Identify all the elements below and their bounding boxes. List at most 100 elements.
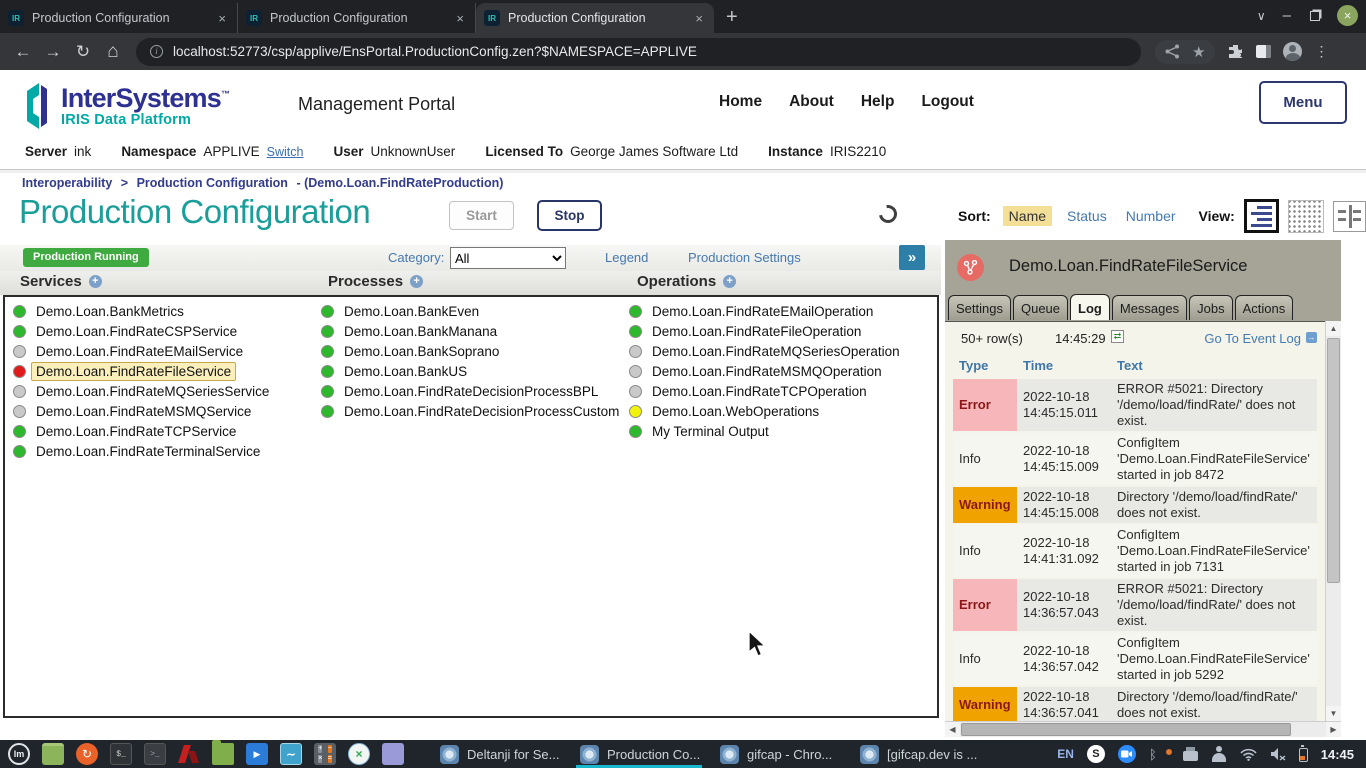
skype-tray-icon[interactable]: S bbox=[1087, 745, 1105, 763]
panel-tab-settings[interactable]: Settings bbox=[948, 295, 1011, 320]
bluetooth-icon[interactable]: ᛒ bbox=[1149, 747, 1157, 762]
sort-option-name[interactable]: Name bbox=[1003, 206, 1052, 226]
printer-icon[interactable] bbox=[1183, 751, 1198, 761]
close-icon[interactable]: × bbox=[1337, 5, 1358, 26]
text-editor-icon[interactable] bbox=[382, 743, 404, 765]
site-info-icon[interactable]: i bbox=[150, 45, 163, 58]
browser-tab[interactable]: IRProduction Configuration× bbox=[476, 3, 714, 33]
config-item[interactable]: Demo.Loan.FindRateMSMQOperation bbox=[629, 361, 905, 381]
mint-menu-icon[interactable]: lm bbox=[8, 743, 30, 765]
config-item[interactable]: Demo.Loan.FindRateFileService bbox=[13, 361, 274, 381]
browser-tab[interactable]: IRProduction Configuration× bbox=[0, 3, 238, 33]
tab-close-icon[interactable]: × bbox=[692, 11, 706, 26]
log-col-text[interactable]: Text bbox=[1111, 354, 1317, 379]
battery-icon[interactable] bbox=[1299, 748, 1308, 762]
config-item[interactable]: Demo.Loan.BankMetrics bbox=[13, 301, 274, 321]
home-icon[interactable]: ⌂ bbox=[98, 41, 128, 63]
config-item[interactable]: Demo.Loan.FindRateDecisionProcessCustom bbox=[321, 401, 624, 421]
tab-close-icon[interactable]: × bbox=[215, 11, 229, 26]
config-item[interactable]: Demo.Loan.WebOperations bbox=[629, 401, 905, 421]
volume-muted-icon[interactable] bbox=[1270, 747, 1286, 761]
category-select[interactable]: All bbox=[450, 247, 566, 269]
browser-tab[interactable]: IRProduction Configuration× bbox=[238, 3, 476, 33]
start-button[interactable]: Start bbox=[449, 201, 514, 230]
taskbar-window-button[interactable]: [gifcap.dev is ... bbox=[854, 740, 994, 768]
config-item[interactable]: My Terminal Output bbox=[629, 421, 905, 441]
extensions-puzzle-icon[interactable] bbox=[1227, 43, 1244, 60]
panel-tab-jobs[interactable]: Jobs bbox=[1189, 295, 1232, 320]
browser-menu-icon[interactable]: ⋮ bbox=[1314, 43, 1328, 60]
add-operation-icon[interactable]: + bbox=[723, 275, 736, 288]
user-tray-icon[interactable] bbox=[1211, 746, 1227, 762]
panel-tab-actions[interactable]: Actions bbox=[1235, 295, 1294, 320]
back-icon[interactable]: ← bbox=[8, 42, 38, 62]
file-manager-icon[interactable] bbox=[212, 743, 234, 765]
breadcrumb-page[interactable]: Production Configuration bbox=[137, 176, 288, 190]
config-item[interactable]: Demo.Loan.FindRateEMailService bbox=[13, 341, 274, 361]
stop-button[interactable]: Stop bbox=[537, 200, 602, 231]
nav-link-logout[interactable]: Logout bbox=[921, 93, 974, 111]
switch-namespace-link[interactable]: Switch bbox=[267, 145, 304, 159]
config-item[interactable]: Demo.Loan.FindRateTCPService bbox=[13, 421, 274, 441]
system-monitor-icon[interactable]: ∼ bbox=[280, 743, 302, 765]
tab-search-icon[interactable]: ∨ bbox=[1257, 9, 1266, 23]
taskbar-window-button[interactable]: Production Co... bbox=[574, 740, 714, 768]
reload-icon[interactable]: ↻ bbox=[68, 42, 98, 62]
terminal-2-icon[interactable]: >_ bbox=[144, 743, 166, 765]
side-panel-icon[interactable] bbox=[1256, 45, 1271, 58]
scroll-down-icon[interactable]: ▼ bbox=[1326, 706, 1341, 721]
wifi-icon[interactable] bbox=[1240, 748, 1257, 761]
keyboard-layout-indicator[interactable]: EN bbox=[1057, 747, 1074, 761]
scroll-left-icon[interactable]: ◀ bbox=[945, 722, 960, 737]
log-vertical-scrollbar[interactable]: ▲ ▼ bbox=[1325, 321, 1341, 721]
log-col-type[interactable]: Type bbox=[953, 354, 1017, 379]
share-icon[interactable] bbox=[1165, 44, 1180, 59]
log-col-time[interactable]: Time bbox=[1017, 354, 1111, 379]
show-desktop-icon[interactable] bbox=[42, 743, 64, 765]
nav-link-about[interactable]: About bbox=[789, 93, 834, 111]
bookmark-star-icon[interactable]: ★ bbox=[1192, 43, 1205, 61]
add-service-icon[interactable]: + bbox=[89, 275, 102, 288]
config-item[interactable]: Demo.Loan.FindRateMQSeriesOperation bbox=[629, 341, 905, 361]
config-item[interactable]: Demo.Loan.FindRateTerminalService bbox=[13, 441, 274, 461]
config-item[interactable]: Demo.Loan.BankSoprano bbox=[321, 341, 624, 361]
taskbar-window-button[interactable]: Deltanji for Se... bbox=[434, 740, 574, 768]
restore-icon[interactable] bbox=[1310, 11, 1320, 21]
legend-link[interactable]: Legend bbox=[605, 250, 648, 265]
production-settings-link[interactable]: Production Settings bbox=[688, 250, 801, 265]
config-item[interactable]: Demo.Loan.BankUS bbox=[321, 361, 624, 381]
scroll-up-icon[interactable]: ▲ bbox=[1326, 321, 1341, 336]
horizontal-scroll-thumb[interactable] bbox=[961, 723, 1291, 736]
event-log-arrow-icon[interactable]: → bbox=[1306, 332, 1317, 343]
sort-option-status[interactable]: Status bbox=[1067, 208, 1107, 224]
view-list-icon[interactable] bbox=[1244, 199, 1279, 233]
breadcrumb-interoperability[interactable]: Interoperability bbox=[22, 176, 112, 190]
nav-link-home[interactable]: Home bbox=[719, 93, 762, 111]
forward-icon[interactable]: → bbox=[38, 42, 68, 62]
menu-button[interactable]: Menu bbox=[1259, 81, 1347, 124]
config-item[interactable]: Demo.Loan.FindRateFileOperation bbox=[629, 321, 905, 341]
panel-tab-log[interactable]: Log bbox=[1070, 294, 1110, 320]
config-item[interactable]: Demo.Loan.FindRateDecisionProcessBPL bbox=[321, 381, 624, 401]
video-app-icon[interactable]: ▶ bbox=[246, 743, 268, 765]
app-red-icon[interactable] bbox=[178, 743, 200, 765]
nav-link-help[interactable]: Help bbox=[861, 93, 895, 111]
view-grid-icon[interactable] bbox=[1288, 200, 1324, 233]
taskbar-window-button[interactable]: gifcap - Chro... bbox=[714, 740, 854, 768]
sort-option-number[interactable]: Number bbox=[1126, 208, 1176, 224]
add-process-icon[interactable]: + bbox=[410, 275, 423, 288]
minimize-icon[interactable]: – bbox=[1283, 7, 1291, 24]
config-item[interactable]: Demo.Loan.FindRateEMailOperation bbox=[629, 301, 905, 321]
url-text[interactable]: localhost:52773/csp/applive/EnsPortal.Pr… bbox=[173, 44, 697, 59]
log-horizontal-scrollbar[interactable]: ◀ ▶ bbox=[945, 721, 1341, 737]
panel-tab-messages[interactable]: Messages bbox=[1112, 295, 1187, 320]
view-split-icon[interactable] bbox=[1333, 201, 1366, 232]
new-tab-button[interactable]: + bbox=[726, 6, 738, 29]
x2go-icon[interactable]: × bbox=[348, 743, 370, 765]
config-item[interactable]: Demo.Loan.FindRateTCPOperation bbox=[629, 381, 905, 401]
tab-close-icon[interactable]: × bbox=[453, 11, 467, 26]
vertical-scroll-thumb[interactable] bbox=[1327, 338, 1340, 583]
calculator-icon[interactable]: +−×= bbox=[314, 743, 336, 765]
expand-panel-button[interactable]: » bbox=[899, 245, 925, 270]
address-bar[interactable]: i localhost:52773/csp/applive/EnsPortal.… bbox=[136, 38, 1141, 66]
